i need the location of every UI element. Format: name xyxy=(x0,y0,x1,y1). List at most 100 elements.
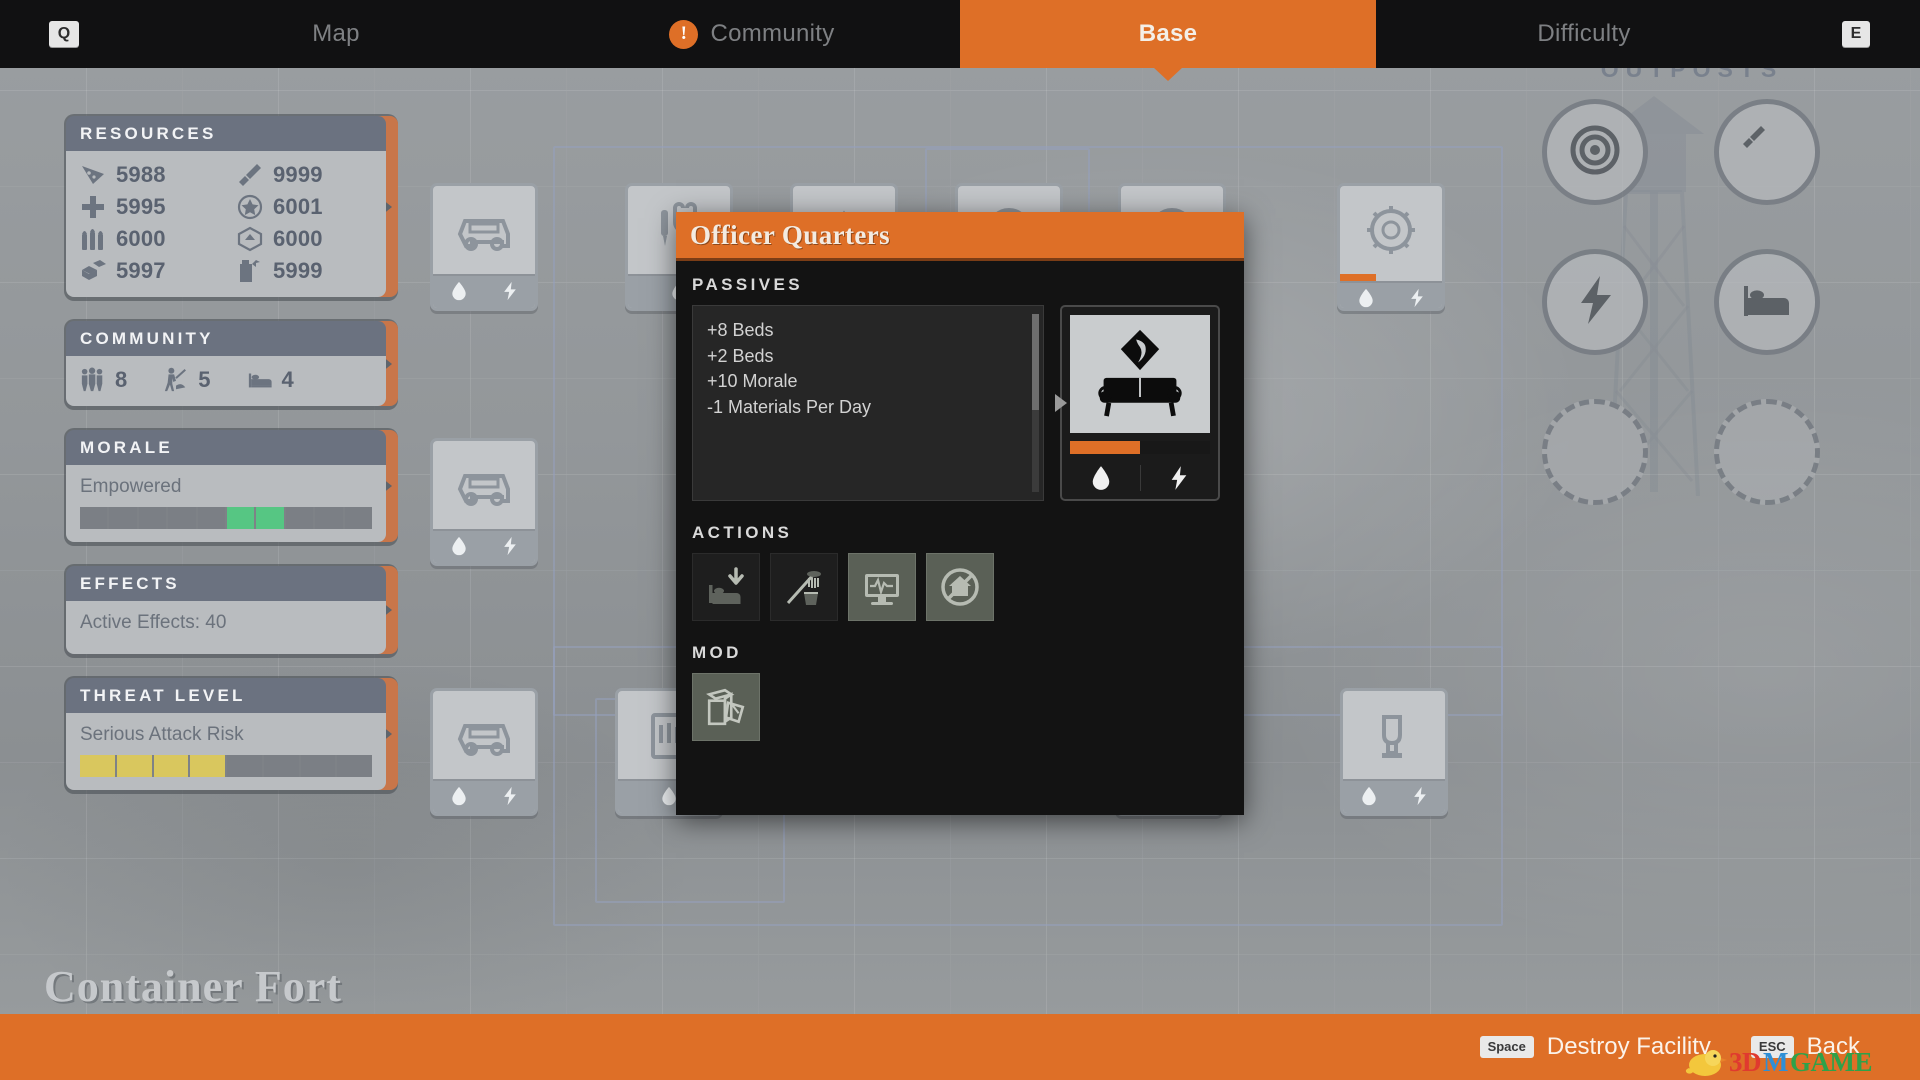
meds-icon xyxy=(80,194,106,220)
tab-label: Base xyxy=(1138,20,1198,47)
officer-quarters-icon xyxy=(1070,315,1210,433)
passive-entry: +10 Morale xyxy=(707,371,798,392)
power-bolt-icon xyxy=(500,281,520,306)
resources-grid: 5988 9999 5995 6001 6000 6000 5997 5999 xyxy=(80,162,372,284)
action-no-home[interactable] xyxy=(926,553,994,621)
keycap-e: E xyxy=(1841,21,1871,47)
meter-segment xyxy=(80,507,108,529)
outpost-slot-5[interactable] xyxy=(1542,399,1648,505)
game-screen: OUTPOSTS Container Fort Q Map! Community B… xyxy=(0,0,1920,1080)
base-facility-vehicle[interactable] xyxy=(430,688,538,816)
threat-meter xyxy=(80,755,372,777)
outpost-slot-3[interactable] xyxy=(1542,249,1648,355)
base-facility-vehicle[interactable] xyxy=(430,438,538,566)
facility-progress-track xyxy=(1070,441,1210,454)
threat-body: Serious Attack Risk xyxy=(66,713,386,790)
facility-art xyxy=(1340,186,1442,274)
resource-value: 6000 xyxy=(273,226,323,251)
meter-segment xyxy=(138,507,167,529)
threat-status: Serious Attack Risk xyxy=(80,724,244,745)
passive-entry: +2 Beds xyxy=(707,345,774,366)
nav-tabs-host: Map ! Community Base Difficulty xyxy=(128,0,1792,81)
facility-utilities xyxy=(1340,281,1442,308)
resource-item-parts: 6000 xyxy=(237,226,372,252)
active-tab-pointer-icon xyxy=(1153,67,1183,81)
community-title: COMMUNITY xyxy=(66,321,386,356)
community-stat-survivors: 8 xyxy=(80,367,127,393)
ammo-icon xyxy=(80,226,106,252)
water-drop-icon xyxy=(1062,464,1141,491)
facility-art xyxy=(433,186,535,274)
passives-scrollbar[interactable] xyxy=(1032,314,1039,492)
tab-label: Community xyxy=(710,20,835,47)
community-value: 4 xyxy=(281,367,294,392)
threat-panel-inner: THREAT LEVEL Serious Attack Risk xyxy=(66,678,386,790)
resource-value: 5997 xyxy=(116,258,166,283)
power-icon xyxy=(1569,274,1621,331)
action-sleep-bed[interactable] xyxy=(692,553,760,621)
tab-label: Map xyxy=(312,20,360,47)
facility-detail-dialog: Officer Quarters PASSIVES +8 Beds +2 Beds… xyxy=(676,212,1244,815)
target-icon xyxy=(1569,124,1621,181)
passives-next-arrow-icon[interactable] xyxy=(1055,394,1067,412)
morale-panel: MORALE Empowered xyxy=(64,428,398,546)
morale-title: MORALE xyxy=(66,430,386,465)
facility-progress-bar xyxy=(1070,441,1140,454)
keycap: Space xyxy=(1479,1035,1534,1059)
resource-value: 5999 xyxy=(273,258,323,283)
facility-utilities xyxy=(433,274,535,308)
meter-segment xyxy=(285,507,314,529)
meter-segment xyxy=(300,755,336,777)
base-facility-bathroom[interactable] xyxy=(1340,688,1448,816)
meter-segment xyxy=(168,507,196,529)
resources-title: RESOURCES xyxy=(66,116,386,151)
fuel-icon xyxy=(237,258,263,284)
resource-item-building-materials: 5997 xyxy=(80,258,215,284)
outpost-slot-2[interactable] xyxy=(1714,99,1820,205)
mod-slot-supply-crates[interactable] xyxy=(692,673,760,741)
passives-scroll-thumb[interactable] xyxy=(1032,314,1039,411)
tab-community[interactable]: ! Community xyxy=(544,0,960,68)
water-drop-icon xyxy=(449,536,469,561)
parts-icon xyxy=(237,226,263,252)
outpost-slot-1[interactable] xyxy=(1542,99,1648,205)
facility-art xyxy=(433,441,535,529)
community-value: 8 xyxy=(115,367,128,392)
hint-destroy-facility[interactable]: Space Destroy Facility xyxy=(1479,1033,1711,1061)
nav-prev-key[interactable]: Q xyxy=(0,0,128,68)
chick-logo-icon xyxy=(1685,1050,1728,1076)
meter-segment xyxy=(344,507,373,529)
outpost-slot-4[interactable] xyxy=(1714,249,1820,355)
materials-icon xyxy=(237,162,263,188)
meter-segment xyxy=(109,507,137,529)
actions-label: ACTIONS xyxy=(692,523,793,542)
community-row: 8 5 4 xyxy=(80,367,372,393)
power-bolt-icon xyxy=(1410,786,1430,811)
facility-card[interactable] xyxy=(1060,305,1220,501)
base-facility-workshop[interactable] xyxy=(1337,183,1445,311)
survivors-icon xyxy=(80,367,106,393)
community-value: 5 xyxy=(198,367,211,392)
nav-next-key[interactable]: E xyxy=(1792,0,1920,68)
base-name: Container Fort xyxy=(44,962,342,1011)
resources-panel-inner: RESOURCES 5988 9999 5995 6001 6000 6000 5997 59… xyxy=(66,116,386,297)
meter-segment xyxy=(337,755,372,777)
bottom-action-bar: Space Destroy Facility ESC Back 3D M GAME xyxy=(0,1014,1920,1080)
effects-panel: EFFECTS Active Effects: 40 xyxy=(64,564,398,658)
resource-item-ammo: 6000 xyxy=(80,226,215,252)
resource-item-meds: 5995 xyxy=(80,194,215,220)
effects-body: Active Effects: 40 xyxy=(66,601,386,654)
watermark-3d: 3D xyxy=(1729,1046,1762,1077)
base-facility-vehicle[interactable] xyxy=(430,183,538,311)
tab-difficulty[interactable]: Difficulty xyxy=(1376,0,1792,68)
facility-utilities xyxy=(433,529,535,563)
facility-utilities xyxy=(1062,456,1218,499)
tab-base[interactable]: Base xyxy=(960,0,1376,81)
passives-and-card-row: +8 Beds +2 Beds +10 Morale -1 Materials Per… xyxy=(692,305,1228,501)
resource-value: 5995 xyxy=(116,194,166,219)
watermark: 3D M GAME xyxy=(1683,1046,1873,1078)
outpost-slot-6[interactable] xyxy=(1714,399,1820,505)
tab-map[interactable]: Map xyxy=(128,0,544,68)
action-shower-mop[interactable] xyxy=(770,553,838,621)
action-monitor-vitals[interactable] xyxy=(848,553,916,621)
